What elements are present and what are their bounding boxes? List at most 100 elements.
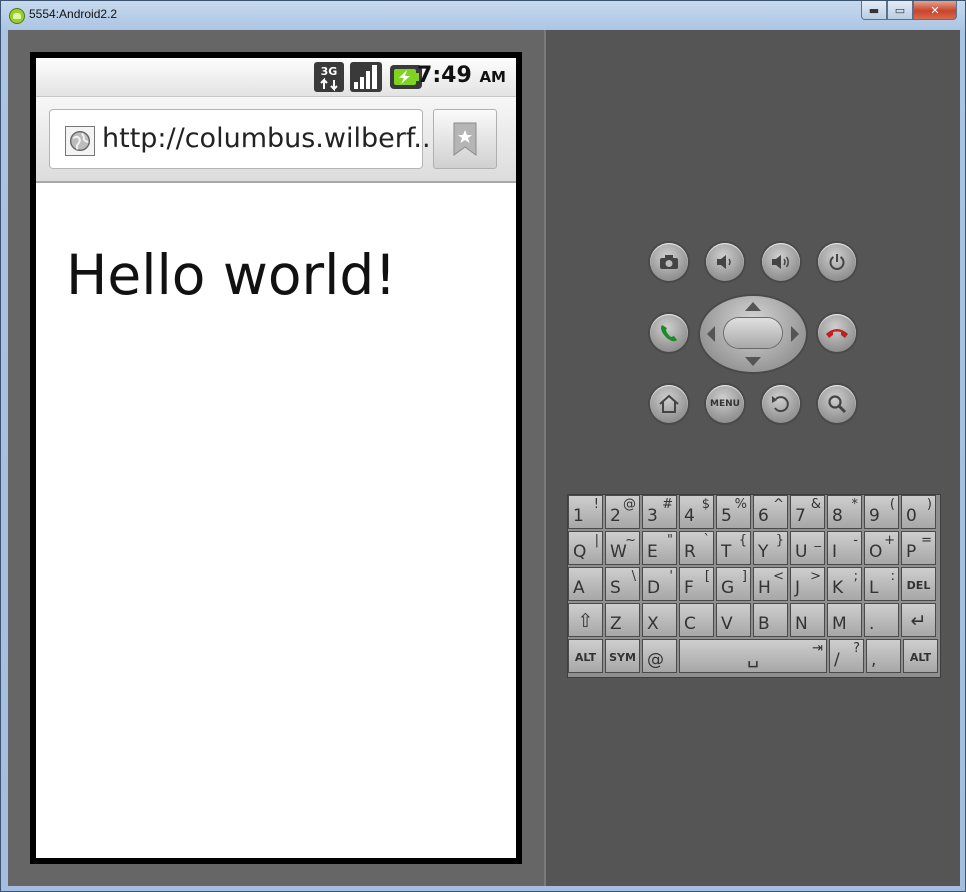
dpad-left-icon[interactable] xyxy=(707,326,715,342)
globe-icon xyxy=(65,126,95,156)
key-slash[interactable]: /? xyxy=(829,639,864,673)
key-a[interactable]: A xyxy=(568,567,603,601)
device-screen[interactable]: 3G 7:49 AM http://columbus.wilberf... He… xyxy=(36,58,516,858)
key-label: , xyxy=(871,650,877,670)
minimize-button[interactable]: ▬ xyxy=(861,1,887,20)
key-q[interactable]: Q | xyxy=(568,531,603,565)
dpad-right-icon[interactable] xyxy=(791,326,799,342)
key-j[interactable]: J > xyxy=(790,567,825,601)
key-enter[interactable]: ↵ xyxy=(901,603,936,637)
maximize-button[interactable]: ▭ xyxy=(887,1,913,20)
key-2[interactable]: 2 @ xyxy=(605,495,640,529)
key-m[interactable]: M xyxy=(827,603,862,637)
key-alt-label: - xyxy=(853,533,858,548)
search-button[interactable] xyxy=(818,385,856,423)
bookmarks-button[interactable] xyxy=(433,109,497,169)
key-comma[interactable]: , xyxy=(866,639,901,673)
network-3g-icon: 3G xyxy=(314,62,344,92)
key-label: 6 xyxy=(758,506,769,526)
key-s[interactable]: S \ xyxy=(605,567,640,601)
key-d[interactable]: D ' xyxy=(642,567,677,601)
back-icon xyxy=(772,396,789,413)
key-p[interactable]: P = xyxy=(901,531,936,565)
key-b[interactable]: B xyxy=(753,603,788,637)
key-4[interactable]: 4 $ xyxy=(679,495,714,529)
key-8[interactable]: 8 * xyxy=(827,495,862,529)
back-button[interactable] xyxy=(762,385,800,423)
key-label: N xyxy=(795,614,808,634)
key-label: B xyxy=(758,614,770,634)
key-n[interactable]: N xyxy=(790,603,825,637)
key-9[interactable]: 9( xyxy=(864,495,899,529)
key-o[interactable]: O + xyxy=(864,531,899,565)
key-alt-label: ⇥ xyxy=(812,641,823,656)
key-label: O xyxy=(869,542,883,562)
key-7[interactable]: 7 & xyxy=(790,495,825,529)
browser-url-bar: http://columbus.wilberf... xyxy=(36,97,516,183)
dpad-down-icon[interactable] xyxy=(745,357,761,366)
key-shift[interactable]: ⇧ xyxy=(568,603,603,637)
key-z[interactable]: Z xyxy=(605,603,640,637)
key-6[interactable]: 6 ^ xyxy=(753,495,788,529)
key-x[interactable]: X xyxy=(642,603,677,637)
key-f[interactable]: F[ xyxy=(679,567,714,601)
key-label: 4 xyxy=(684,506,695,526)
key-label: . xyxy=(869,614,875,634)
camera-button[interactable] xyxy=(650,243,688,281)
key-k[interactable]: K; xyxy=(827,567,862,601)
key-alt-label: < xyxy=(773,569,784,584)
key-u[interactable]: U _ xyxy=(790,531,825,565)
call-button[interactable] xyxy=(650,314,688,352)
key-at[interactable]: @ xyxy=(642,639,677,673)
key-alt[interactable]: ALT xyxy=(903,639,938,673)
volume-down-button[interactable] xyxy=(706,243,744,281)
key-g[interactable]: G] xyxy=(716,567,751,601)
key-label: S xyxy=(610,578,621,598)
key-label: 3 xyxy=(647,506,658,526)
menu-button[interactable]: MENU xyxy=(706,385,744,423)
key-label: M xyxy=(832,614,847,634)
dpad-center-button[interactable] xyxy=(724,318,782,348)
key-alt-label: = xyxy=(921,533,932,548)
key-alt-label: ( xyxy=(889,497,895,512)
key-space[interactable]: ␣ ⇥ xyxy=(679,639,827,673)
key-v[interactable]: V xyxy=(716,603,751,637)
key-label: U xyxy=(795,542,808,562)
key-i[interactable]: I- xyxy=(827,531,862,565)
key-t[interactable]: T{ xyxy=(716,531,751,565)
close-button[interactable]: ✕ xyxy=(913,1,957,20)
status-bar[interactable]: 3G 7:49 AM xyxy=(36,58,516,97)
end-call-button[interactable] xyxy=(818,314,856,352)
key-h[interactable]: H < xyxy=(753,567,788,601)
key-0[interactable]: 0) xyxy=(901,495,936,529)
key-5[interactable]: 5% xyxy=(716,495,751,529)
dpad[interactable] xyxy=(700,296,806,372)
title-bar[interactable]: 5554:Android2.2 ▬ ▭ ✕ xyxy=(1,1,965,29)
dpad-up-icon[interactable] xyxy=(745,302,761,311)
key-alt[interactable]: ALT xyxy=(568,639,603,673)
key-l[interactable]: L: xyxy=(864,567,899,601)
key-r[interactable]: R ` xyxy=(679,531,714,565)
home-button[interactable] xyxy=(650,385,688,423)
key-w[interactable]: W ~ xyxy=(605,531,640,565)
key-1[interactable]: 1! xyxy=(568,495,603,529)
key-period[interactable]: . xyxy=(864,603,899,637)
key-label: 2 xyxy=(610,506,621,526)
volume-up-button[interactable] xyxy=(762,243,800,281)
key-c[interactable]: C xyxy=(679,603,714,637)
web-page-content[interactable]: Hello world! xyxy=(36,183,516,858)
key-alt-label: } xyxy=(775,533,784,548)
key-sym[interactable]: SYM xyxy=(605,639,640,673)
url-field[interactable]: http://columbus.wilberf... xyxy=(49,109,439,169)
key-label: DEL xyxy=(906,579,931,592)
key-y[interactable]: Y} xyxy=(753,531,788,565)
clock-time: 7:49 xyxy=(417,63,472,88)
power-button[interactable] xyxy=(818,243,856,281)
key-alt-label: ' xyxy=(669,569,673,584)
device-frame: 3G 7:49 AM http://columbus.wilberf... He… xyxy=(30,52,522,864)
key-alt-label: * xyxy=(851,497,859,512)
key-del[interactable]: DEL xyxy=(901,567,936,601)
key-3[interactable]: 3 # xyxy=(642,495,677,529)
key-e[interactable]: E " xyxy=(642,531,677,565)
key-alt-label: ) xyxy=(926,497,932,512)
